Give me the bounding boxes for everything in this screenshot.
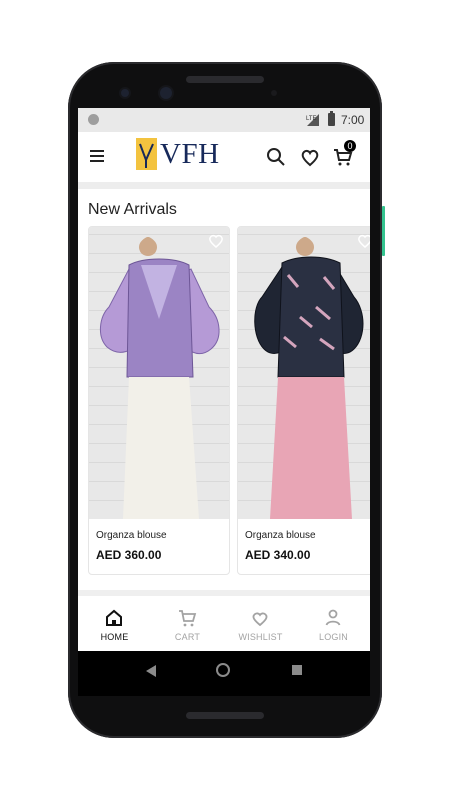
section-title: New Arrivals [88, 201, 177, 218]
product-price: AED 360.00 [96, 548, 162, 562]
cart-count-badge: 0 [344, 140, 356, 152]
network-type: LTE [306, 116, 317, 122]
nav-wishlist[interactable]: WISHLIST [224, 596, 297, 651]
front-camera-small [121, 89, 129, 97]
top-speaker [186, 76, 264, 83]
logo-text: VFH [160, 138, 220, 170]
home-button-icon[interactable] [216, 663, 230, 677]
menu-icon[interactable] [90, 150, 104, 162]
side-button [382, 206, 385, 256]
wishlist-icon[interactable] [299, 146, 321, 168]
status-bar: LTE 7:00 [78, 108, 370, 132]
nav-login[interactable]: LOGIN [297, 596, 370, 651]
system-navigation-bar [78, 651, 370, 696]
product-name: Organza blouse [96, 530, 167, 541]
home-icon [104, 608, 124, 628]
product-price: AED 340.00 [245, 548, 311, 562]
product-card[interactable]: Organza blouse AED 340.00 [237, 226, 370, 575]
bottom-speaker [186, 712, 264, 719]
battery-icon [328, 111, 335, 126]
nav-home[interactable]: HOME [78, 596, 151, 651]
search-icon[interactable] [265, 146, 287, 168]
nav-login-label: LOGIN [318, 632, 348, 642]
bottom-navigation: HOME CART WISHLIST LOGIN [78, 596, 370, 651]
heart-icon [250, 608, 270, 628]
notification-dot [88, 114, 99, 125]
front-camera [160, 87, 172, 99]
cart-icon [177, 608, 197, 628]
signal-icon: LTE [306, 113, 324, 130]
nav-home-label: HOME [100, 632, 129, 642]
product-card[interactable]: Organza blouse AED 360.00 [88, 226, 230, 575]
recent-apps-icon[interactable] [292, 665, 302, 675]
app-header: VFH 0 [78, 132, 370, 182]
nav-wishlist-label: WISHLIST [238, 632, 283, 642]
nav-cart[interactable]: CART [151, 596, 224, 651]
user-icon [323, 608, 343, 628]
header-divider [78, 182, 370, 189]
brand-logo[interactable]: VFH [136, 138, 224, 172]
back-icon[interactable] [146, 665, 156, 677]
status-time: 7:00 [341, 113, 365, 127]
product-name: Organza blouse [245, 530, 316, 541]
logo-mark [136, 138, 157, 170]
heart-icon[interactable] [356, 231, 370, 249]
app-screen: LTE 7:00 VFH 0 New Arrivals Organza blou… [78, 108, 370, 696]
heart-icon[interactable] [207, 231, 225, 249]
nav-cart-label: CART [174, 632, 201, 642]
product-image[interactable] [89, 227, 229, 519]
proximity-sensor [271, 90, 277, 96]
product-image[interactable] [238, 227, 370, 519]
